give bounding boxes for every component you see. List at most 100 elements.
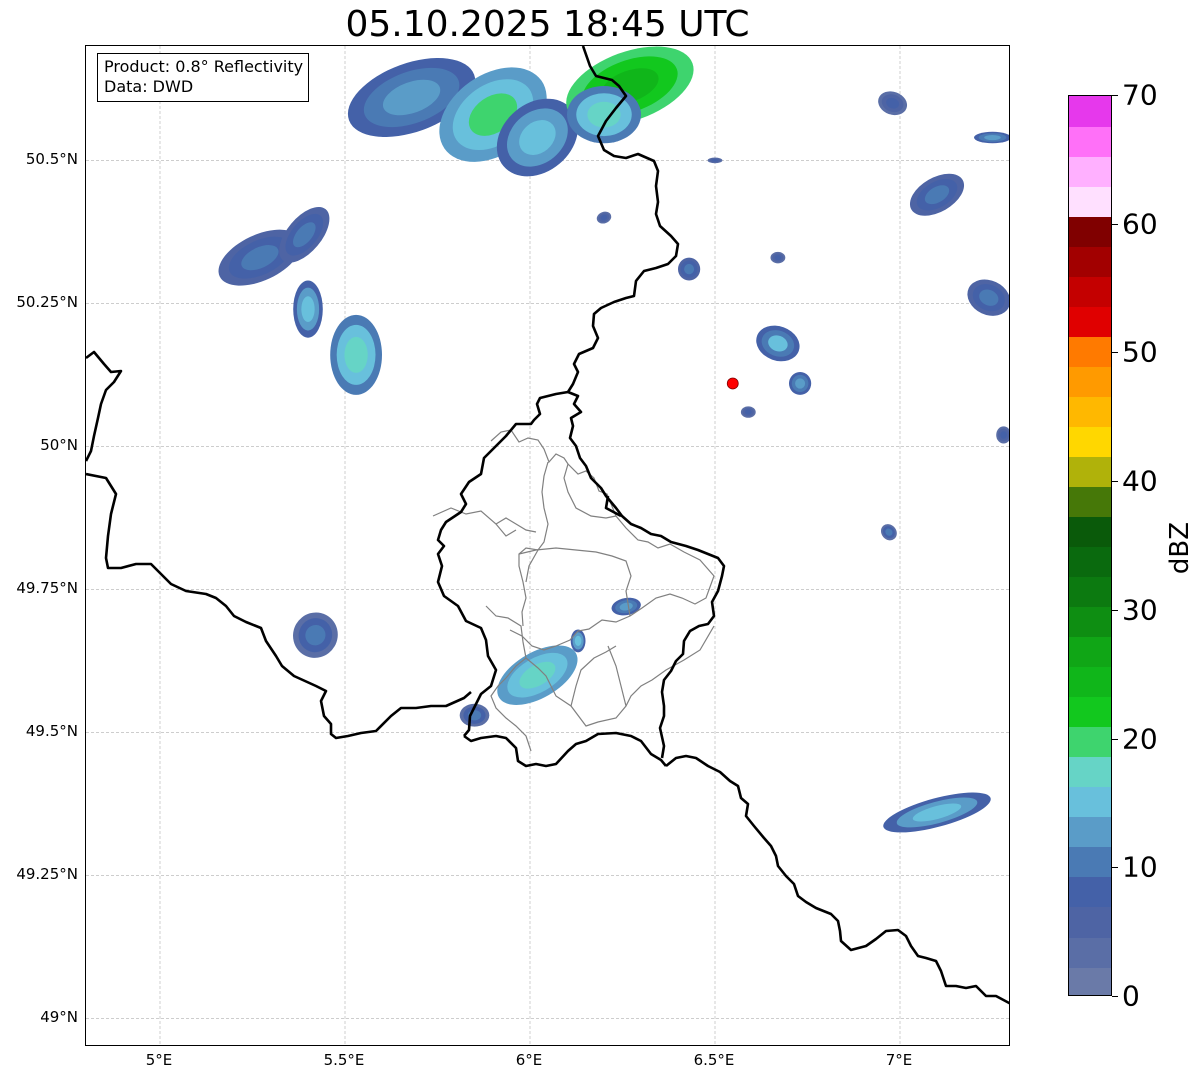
colorbar-segment <box>1069 606 1111 638</box>
lat-tick-label: 49.5°N <box>25 722 78 741</box>
border-belgium-france-north <box>86 350 123 462</box>
colorbar-segment <box>1069 516 1111 548</box>
precip-echo <box>774 255 782 261</box>
precip-cell <box>707 157 723 164</box>
colorbar-segment <box>1069 906 1111 938</box>
colorbar-tick-label: 50 <box>1122 335 1158 369</box>
precip-cell <box>878 91 908 116</box>
precip-cell <box>756 325 800 362</box>
colorbar-segment <box>1069 696 1111 728</box>
colorbar-segment <box>1069 966 1111 995</box>
colorbar-tick-label: 20 <box>1122 722 1158 756</box>
colorbar-segment <box>1069 216 1111 247</box>
precip-cell <box>330 314 382 395</box>
precip-echo <box>795 378 806 389</box>
precip-echo <box>684 263 695 275</box>
canton-boundary <box>570 645 617 707</box>
colorbar-tick <box>1112 996 1118 997</box>
precip-cell <box>678 257 701 281</box>
canton-boundary <box>525 549 539 583</box>
border-france-germany <box>665 754 1009 1005</box>
colorbar-segment <box>1069 666 1111 698</box>
colorbar-tick-label: 60 <box>1122 207 1158 241</box>
colorbar <box>1068 95 1112 996</box>
colorbar-segment <box>1069 846 1111 878</box>
colorbar-label: dBZ <box>1165 521 1195 575</box>
lat-tick-label: 50.25°N <box>16 293 78 312</box>
precip-echo <box>301 296 315 322</box>
colorbar-tick-label: 30 <box>1122 593 1158 627</box>
colorbar-segment <box>1069 726 1111 758</box>
colorbar-segment <box>1069 756 1111 788</box>
colorbar-tick <box>1112 223 1118 225</box>
canton-boundary <box>495 517 537 533</box>
precip-cell <box>770 251 786 264</box>
precip-cell <box>909 173 965 216</box>
colorbar-segment <box>1069 876 1111 908</box>
radar-site-marker[interactable] <box>726 377 739 390</box>
lon-tick-label: 7°E <box>885 1051 913 1069</box>
colorbar-tick <box>1112 867 1118 869</box>
lat-tick-label: 50°N <box>40 436 78 455</box>
colorbar-segment <box>1069 366 1111 397</box>
precip-cell <box>293 280 323 338</box>
lat-tick-label: 50.5°N <box>25 150 78 169</box>
precip-cell <box>880 524 897 541</box>
precip-cell <box>883 792 991 833</box>
precip-cell <box>789 372 812 395</box>
lat-tick-label: 49.75°N <box>16 579 78 598</box>
precip-cell <box>570 629 586 653</box>
colorbar-tick-label: 0 <box>1122 979 1140 1013</box>
product-info-box: Product: 0.8° Reflectivity Data: DWD <box>97 53 310 102</box>
colorbar-tick <box>1112 95 1118 96</box>
precip-echo <box>574 635 582 647</box>
precip-cell <box>740 406 756 418</box>
colorbar-tick-label: 10 <box>1122 850 1158 884</box>
canton-boundary <box>607 645 627 707</box>
precip-echo <box>344 336 368 373</box>
colorbar-segment <box>1069 276 1111 307</box>
colorbar-segment <box>1069 456 1111 488</box>
colorbar-segment <box>1069 486 1111 518</box>
colorbar-segment <box>1069 546 1111 578</box>
data-source-label: Data: DWD <box>104 77 194 96</box>
map-title: 05.10.2025 18:45 UTC <box>345 4 750 45</box>
border-luxembourg-france <box>463 731 667 768</box>
colorbar-tick-label: 70 <box>1122 78 1158 112</box>
colorbar-segment <box>1069 96 1111 127</box>
colorbar-segment <box>1069 156 1111 187</box>
map-canvas <box>86 46 1009 1045</box>
canton-boundary <box>490 429 715 651</box>
precip-cell <box>293 612 338 658</box>
precip-echo <box>1000 431 1007 439</box>
colorbar-segment <box>1069 576 1111 608</box>
lon-tick-label: 5°E <box>145 1051 173 1069</box>
colorbar-tick <box>1112 609 1118 611</box>
colorbar-segment <box>1069 816 1111 848</box>
colorbar-segment <box>1069 636 1111 668</box>
precip-cell <box>996 426 1009 444</box>
colorbar-segment <box>1069 786 1111 818</box>
precip-echo <box>711 159 719 162</box>
precip-cell <box>974 131 1009 144</box>
map-panel[interactable] <box>85 45 1010 1046</box>
colorbar-segment <box>1069 936 1111 968</box>
precip-echo <box>744 409 752 415</box>
colorbar-segment <box>1069 426 1111 457</box>
colorbar-segment <box>1069 336 1111 367</box>
colorbar-segment <box>1069 306 1111 337</box>
border-belgium-france <box>86 472 472 740</box>
lon-tick-label: 5.5°E <box>323 1051 365 1069</box>
border-belgium-germany <box>566 46 726 759</box>
lon-tick-label: 6.5°E <box>693 1051 735 1069</box>
lat-tick-label: 49°N <box>40 1008 78 1027</box>
lat-tick-label: 49.25°N <box>16 865 78 884</box>
colorbar-segment <box>1069 186 1111 217</box>
product-label: Product: 0.8° Reflectivity <box>104 57 304 76</box>
colorbar-tick-label: 40 <box>1122 464 1158 498</box>
colorbar-segment <box>1069 396 1111 427</box>
colorbar-tick <box>1112 352 1118 354</box>
precip-cell <box>967 279 1009 316</box>
precip-cell <box>611 597 641 616</box>
precip-cell <box>596 211 612 224</box>
